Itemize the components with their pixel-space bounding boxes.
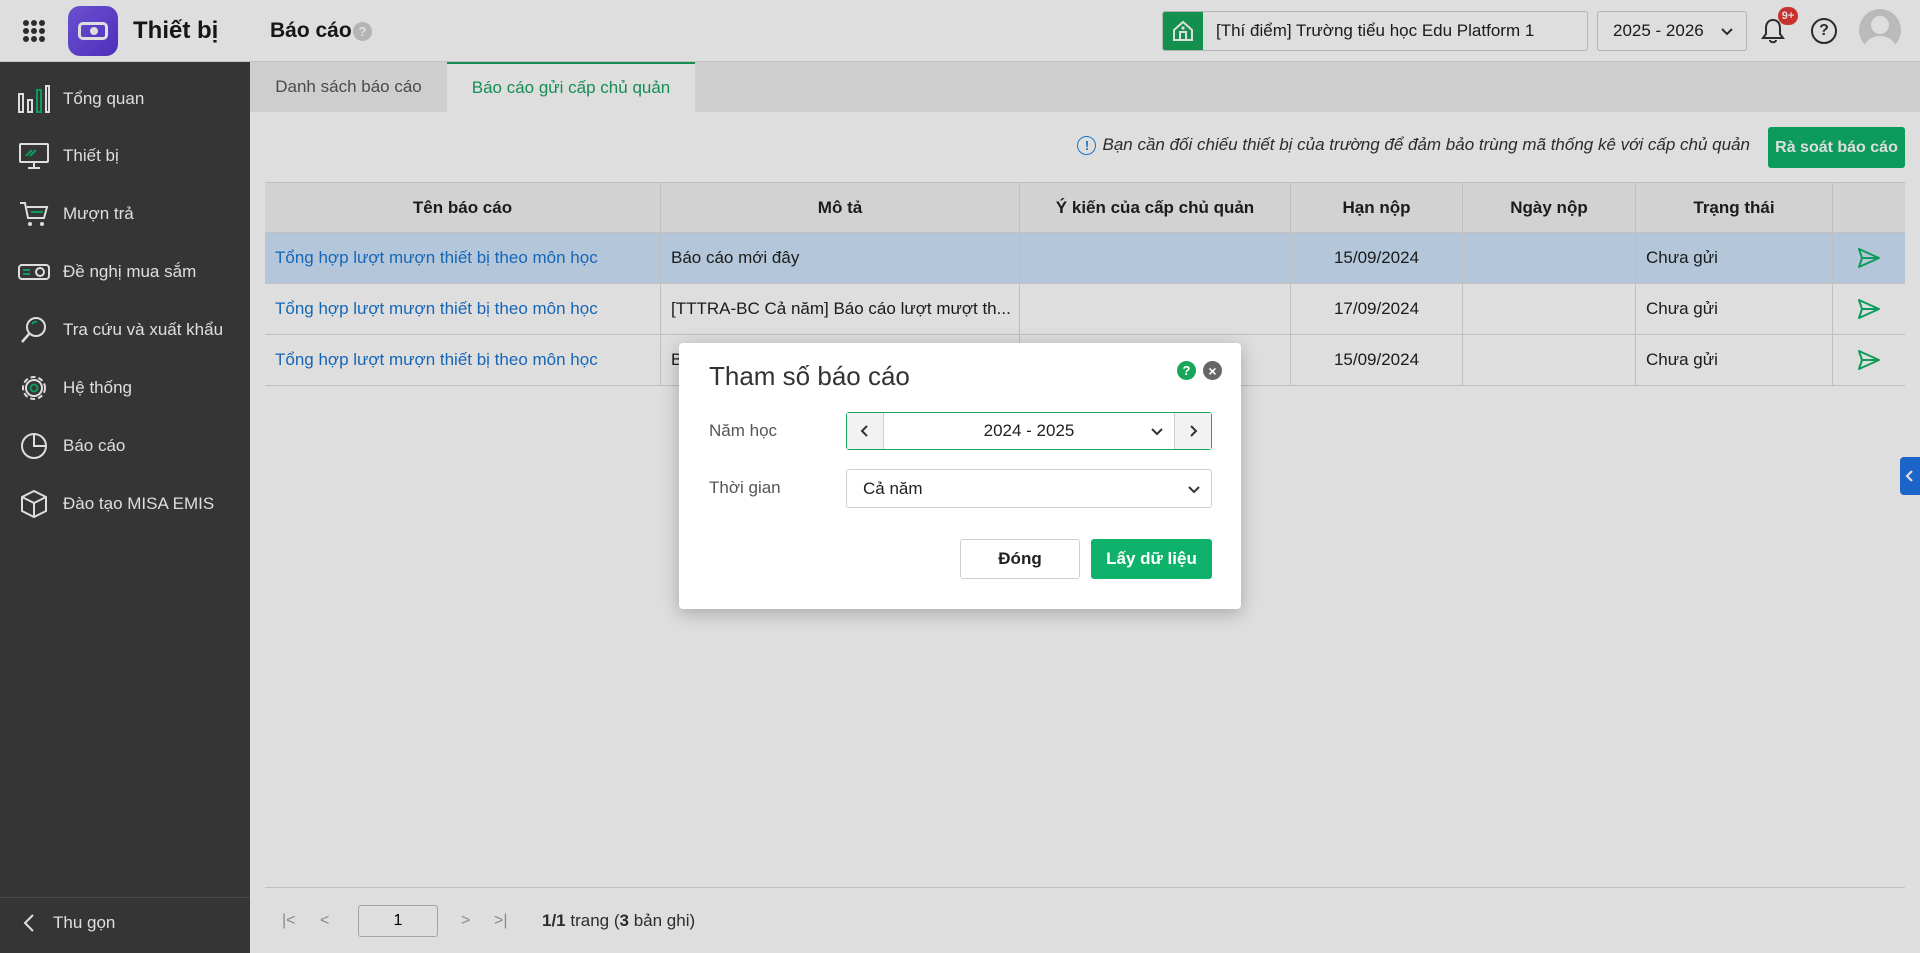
period-select[interactable]: Cả năm	[846, 469, 1212, 508]
period-value: Cả năm	[863, 478, 923, 498]
dialog-help-icon[interactable]: ?	[1177, 361, 1196, 380]
close-button[interactable]: Đóng	[960, 539, 1080, 579]
fetch-data-button[interactable]: Lấy dữ liệu	[1091, 539, 1212, 579]
dialog-title: Tham số báo cáo	[709, 361, 910, 391]
school-year-stepper[interactable]: 2024 - 2025	[846, 412, 1212, 450]
prev-year-button[interactable]	[847, 413, 884, 449]
school-year-select[interactable]: 2024 - 2025	[884, 413, 1174, 449]
report-params-dialog: Tham số báo cáo ? × Năm học 2024 - 2025 …	[679, 343, 1241, 609]
chevron-left-icon	[860, 425, 868, 437]
school-year-label: Năm học	[709, 421, 778, 440]
school-year-value: 2024 - 2025	[983, 421, 1075, 440]
next-year-button[interactable]	[1174, 413, 1211, 449]
chevron-right-icon	[1190, 425, 1198, 437]
period-label: Thời gian	[709, 478, 781, 497]
chevron-down-icon	[1188, 486, 1200, 494]
chevron-down-icon	[1151, 428, 1163, 436]
dialog-close-icon[interactable]: ×	[1203, 361, 1222, 380]
